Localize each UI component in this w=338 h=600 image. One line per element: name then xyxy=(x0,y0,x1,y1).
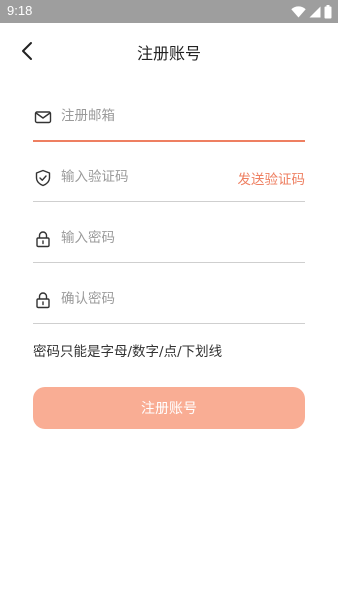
shield-icon xyxy=(35,169,51,187)
page-title: 注册账号 xyxy=(136,44,201,63)
lock-icon xyxy=(36,231,50,248)
register-button[interactable]: 注册账号 xyxy=(33,387,305,429)
confirm-password-input[interactable] xyxy=(61,287,231,311)
nav-header: 注册账号 xyxy=(0,23,338,79)
email-input[interactable] xyxy=(61,104,231,128)
status-icons xyxy=(291,4,332,19)
password-hint: 密码只能是字母/数字/点/下划线 xyxy=(33,344,223,360)
status-time: 9:18 xyxy=(7,3,33,18)
envelope-icon xyxy=(34,111,52,124)
lock-icon xyxy=(36,292,50,309)
battery-icon xyxy=(324,4,332,18)
status-bar: 9:18 xyxy=(0,0,338,23)
send-code-button[interactable]: 发送验证码 xyxy=(238,168,306,188)
code-field: 发送验证码 xyxy=(33,157,305,202)
confirm-password-field xyxy=(33,279,305,324)
signal-icon xyxy=(309,6,321,17)
password-input[interactable] xyxy=(61,226,231,250)
wifi-icon xyxy=(291,5,306,17)
code-input[interactable] xyxy=(61,165,231,189)
email-field xyxy=(33,96,305,142)
password-field xyxy=(33,218,305,263)
